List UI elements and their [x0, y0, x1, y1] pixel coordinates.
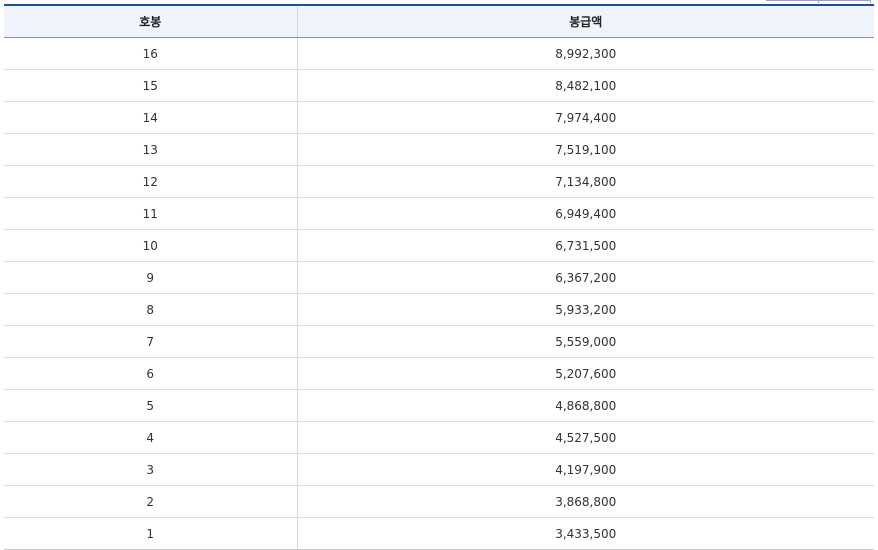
cell-step: 4 — [4, 421, 297, 454]
cell-amount: 3,433,500 — [296, 517, 874, 549]
cell-amount: 8,482,100 — [296, 69, 874, 102]
table-row: 7 5,559,000 — [4, 325, 874, 358]
cell-step: 13 — [4, 133, 297, 166]
cell-amount: 7,974,400 — [296, 101, 874, 134]
cell-step: 14 — [4, 101, 297, 134]
table-row: 12 7,134,800 — [4, 165, 874, 198]
cell-step: 1 — [146, 526, 155, 541]
table-row: 4 4,527,500 — [4, 421, 874, 454]
table-row: 15 8,482,100 — [4, 69, 874, 102]
cell-step: 5 — [4, 389, 297, 422]
table-row: 5 4,868,800 — [4, 389, 874, 422]
cell-step: 12 — [4, 165, 297, 198]
table-row: 14 7,974,400 — [4, 101, 874, 134]
table-row: 3 4,197,900 — [4, 453, 874, 486]
header-amount: 봉급액 — [296, 6, 874, 38]
cell-amount: 7,519,100 — [296, 133, 874, 166]
cell-step: 11 — [4, 197, 297, 230]
top-edge-tick — [870, 0, 871, 3]
table-row: 11 6,949,400 — [4, 197, 874, 230]
cell-step: 16 — [4, 37, 297, 70]
table-row: 13 7,519,100 — [4, 133, 874, 166]
table-row: 9 6,367,200 — [4, 261, 874, 294]
salary-table-container: 호봉 봉급액 16 8,992,300 15 8,482,100 14 7,974,400… — [4, 4, 874, 550]
salary-table: 호봉 봉급액 16 8,992,300 15 8,482,100 14 7,974,400… — [4, 6, 874, 549]
cell-amount: 7,134,800 — [296, 165, 874, 198]
cell-amount: 8,992,300 — [296, 37, 874, 70]
cell-amount: 6,731,500 — [296, 229, 874, 262]
cell-amount: 5,207,600 — [296, 357, 874, 390]
cell-step: 10 — [4, 229, 297, 262]
table-row: 16 8,992,300 — [4, 37, 874, 70]
table-row: 1 3,433,500 — [4, 517, 874, 549]
cell-amount: 4,868,800 — [296, 389, 874, 422]
cell-amount: 4,197,900 — [296, 453, 874, 486]
table-header-row: 호봉 봉급액 — [4, 6, 874, 38]
cell-step: 7 — [4, 325, 297, 358]
cell-step: 8 — [4, 293, 297, 326]
cell-step: 3 — [4, 453, 297, 486]
top-edge-tick — [818, 0, 819, 3]
table-body: 16 8,992,300 15 8,482,100 14 7,974,400 13 7,519… — [4, 37, 874, 549]
cell-step: 9 — [4, 261, 297, 294]
table-row: 10 6,731,500 — [4, 229, 874, 262]
cell-step: 2 — [4, 485, 297, 518]
table-row: 6 5,207,600 — [4, 357, 874, 390]
cell-step: 6 — [4, 357, 297, 390]
cell-amount: 6,367,200 — [296, 261, 874, 294]
cell-amount: 3,868,800 — [296, 485, 874, 518]
cell-step: 15 — [4, 69, 297, 102]
cell-amount: 6,949,400 — [296, 197, 874, 230]
cell-amount: 5,559,000 — [296, 325, 874, 358]
cell-amount: 5,933,200 — [296, 293, 874, 326]
table-row: 8 5,933,200 — [4, 293, 874, 326]
table-row: 2 3,868,800 — [4, 485, 874, 518]
cell-amount: 4,527,500 — [296, 421, 874, 454]
header-step: 호봉 — [4, 6, 297, 38]
